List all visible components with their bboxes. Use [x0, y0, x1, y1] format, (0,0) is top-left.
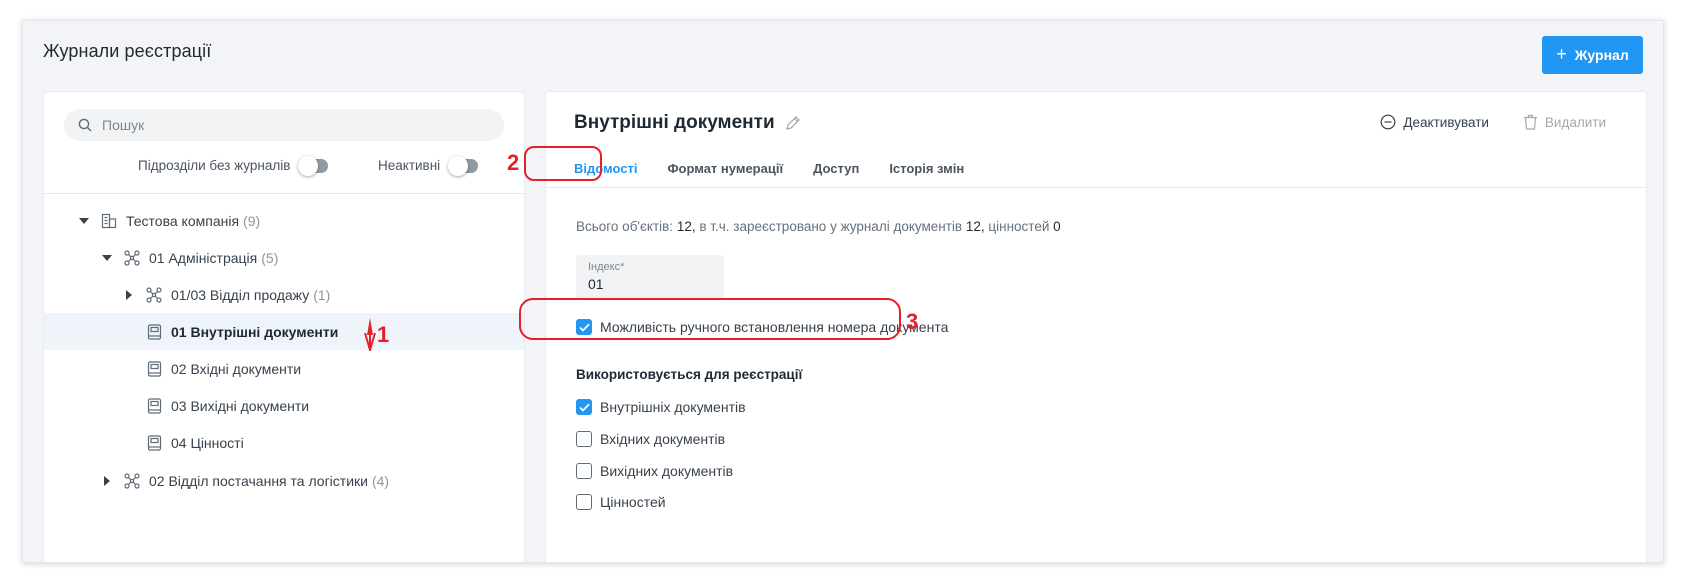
tab-history[interactable]: Історія змін [889, 158, 964, 186]
tree-node-incoming-docs[interactable]: 02 Вхідні документи [44, 350, 524, 387]
journal-book-icon [145, 397, 163, 415]
caret-down-icon[interactable] [78, 217, 90, 224]
used-for-label: Цінностей [600, 494, 666, 510]
delete-label: Видалити [1544, 114, 1606, 130]
tree-node-label: 04 Цінності [171, 434, 244, 451]
deactivate-button[interactable]: Деактивувати [1380, 114, 1489, 130]
used-for-values-checkbox[interactable]: Цінностей [576, 494, 666, 510]
tree-node-company[interactable]: Тестова компанія (9) [44, 202, 524, 239]
plus-icon: + [1556, 44, 1567, 64]
search-input[interactable] [102, 117, 482, 133]
tab-numbering-format[interactable]: Формат нумерації [667, 158, 783, 186]
used-for-internal-checkbox[interactable]: Внутрішніх документів [576, 399, 746, 415]
index-label: Індекс* [588, 261, 625, 273]
stats-total: 12, [676, 219, 696, 234]
org-structure-icon [123, 249, 141, 267]
filter-no-journals: Підрозділи без журналів [138, 155, 329, 176]
filter-inactive-label: Неактивні [378, 158, 441, 173]
caret-right-icon[interactable] [123, 289, 135, 300]
tree-node-label: 01 Внутрішні документи [171, 323, 339, 340]
org-structure-icon [123, 472, 141, 490]
tree-node-label: 01 Адміністрація [149, 249, 258, 266]
detail-tabs: Відомості Формат нумерації Доступ Історі… [574, 158, 964, 186]
checkbox-unchecked-icon[interactable] [576, 494, 592, 510]
used-for-incoming-checkbox[interactable]: Вхідних документів [576, 431, 725, 447]
journal-actions: Деактивувати Видалити [1380, 114, 1606, 130]
stats-text: Всього об'єктів: [576, 219, 674, 234]
checkbox-checked-icon[interactable] [576, 399, 592, 415]
journal-book-icon [145, 323, 163, 341]
stats-docs: 12, [965, 219, 985, 234]
tree-node-label: 02 Вхідні документи [171, 360, 302, 377]
stats-values: 0 [1053, 219, 1061, 234]
checkbox-unchecked-icon[interactable] [576, 463, 592, 479]
tree-node-label: 02 Відділ постачання та логістики [149, 472, 368, 489]
tree-node-sales[interactable]: 01/03 Відділ продажу (1) [44, 276, 524, 313]
org-structure-icon [145, 286, 163, 304]
annotation-highlight-box [519, 298, 901, 340]
tree-node-count: (9) [243, 212, 261, 229]
divider [44, 193, 524, 194]
index-field[interactable]: Індекс* 01 [576, 255, 724, 299]
search-box[interactable] [64, 109, 504, 141]
annotation-number: 3 [906, 309, 919, 334]
tab-access[interactable]: Доступ [813, 158, 859, 186]
used-for-outgoing-checkbox[interactable]: Вихідних документів [576, 463, 733, 479]
index-value[interactable]: 01 [588, 276, 712, 292]
used-for-label: Внутрішніх документів [600, 399, 746, 415]
trash-icon [1523, 114, 1537, 130]
used-for-heading: Використовується для реєстрації [576, 367, 803, 382]
tree-node-values[interactable]: 04 Цінності [44, 424, 524, 461]
stats-text: в т.ч. зареєстровано у журналі документі… [699, 219, 963, 234]
minus-circle-icon [1380, 114, 1396, 130]
tree-filters: Підрозділи без журналів Неактивні [44, 155, 524, 178]
caret-down-icon[interactable] [101, 254, 113, 261]
tree-node-supply[interactable]: 02 Відділ постачання та логістики (4) [44, 462, 524, 499]
add-journal-button[interactable]: + Журнал [1542, 36, 1643, 74]
stats-text: цінностей [988, 219, 1050, 234]
inactive-toggle[interactable] [448, 155, 479, 176]
tree-node-administration[interactable]: 01 Адміністрація (5) [44, 239, 524, 276]
tree-node-count: (1) [313, 286, 331, 303]
filter-no-journals-label: Підрозділи без журналів [138, 158, 291, 173]
journal-title: Внутрішні документи [574, 112, 801, 134]
tree-node-internal-docs[interactable]: 01 Внутрішні документи [44, 313, 524, 350]
filter-inactive: Неактивні [378, 155, 479, 176]
delete-button[interactable]: Видалити [1523, 114, 1606, 130]
tree-node-outgoing-docs[interactable]: 03 Вихідні документи [44, 387, 524, 424]
journal-title-text: Внутрішні документи [574, 112, 775, 133]
journal-book-icon [145, 360, 163, 378]
no-journals-toggle[interactable] [298, 155, 329, 176]
journals-window: Журнали реєстрації + Журнал Підрозділи б… [22, 20, 1664, 563]
building-icon [100, 212, 118, 230]
used-for-label: Вхідних документів [600, 431, 726, 447]
deactivate-label: Деактивувати [1403, 114, 1489, 130]
annotation-arrow-icon [364, 318, 376, 351]
journals-tree-panel: Підрозділи без журналів Неактивні Тестов… [43, 91, 525, 562]
journal-book-icon [145, 434, 163, 452]
annotation-number: 1 [377, 322, 390, 347]
used-for-label: Вихідних документів [600, 463, 734, 479]
tree-node-count: (5) [261, 249, 279, 266]
add-journal-label: Журнал [1574, 47, 1629, 63]
objects-stats: Всього об'єктів: 12, в т.ч. зареєстрован… [576, 219, 1061, 234]
annotation-number: 2 [507, 150, 520, 175]
tree-node-label: 03 Вихідні документи [171, 397, 310, 414]
search-icon [78, 118, 92, 132]
annotation-highlight-box [524, 146, 602, 181]
tree-node-label: Тестова компанія [126, 212, 240, 229]
tree-node-label: 01/03 Відділ продажу [171, 286, 310, 303]
tree-node-count: (4) [371, 472, 390, 489]
edit-pencil-icon[interactable] [785, 115, 801, 131]
checkbox-unchecked-icon[interactable] [576, 431, 592, 447]
caret-right-icon[interactable] [101, 475, 113, 486]
tabs-divider [546, 187, 1646, 188]
page-title: Журнали реєстрації [43, 41, 212, 61]
